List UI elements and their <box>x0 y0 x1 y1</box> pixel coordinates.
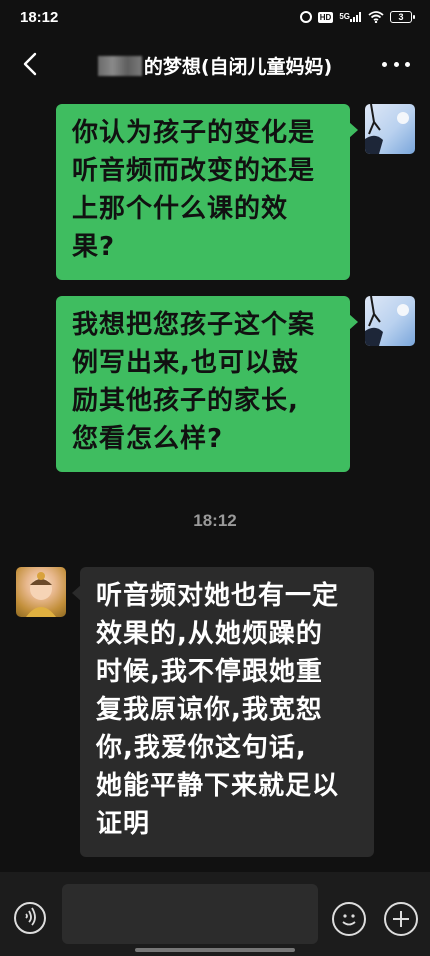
hd-icon: HD <box>317 11 334 23</box>
message-timestamp: 18:12 <box>193 511 237 530</box>
signal-bars-icon <box>350 12 361 22</box>
network-label: 5G <box>339 12 350 21</box>
message-bubble-outgoing[interactable]: 你认为孩子的变化是 听音频而改变的还是 上那个什么课的效 果? <box>56 104 358 280</box>
avatar-image <box>26 572 56 617</box>
avatar[interactable] <box>365 296 415 346</box>
message-line: 效果的,从她烦躁的 <box>96 619 323 649</box>
message-line: 我想把您孩子这个案 <box>72 310 316 340</box>
avatar[interactable] <box>16 567 66 617</box>
battery-icon: 3 <box>390 11 415 23</box>
voice-icon[interactable] <box>14 902 46 934</box>
message-line: 你,我爱你这句话, <box>96 733 307 763</box>
signal-icon: 5G <box>339 12 362 22</box>
emoji-icon[interactable] <box>332 902 366 936</box>
blurred-name <box>97 55 142 76</box>
message-line: 励其他孩子的家长, <box>72 386 299 416</box>
message-line: 听音频对她也有一定 <box>96 581 340 611</box>
message-line: 上那个什么课的效 <box>72 194 289 224</box>
input-bar <box>0 872 430 956</box>
chat-title-wrap: 的梦想(自闭儿童妈妈) <box>0 52 430 79</box>
message-line: 你认为孩子的变化是 <box>72 118 316 148</box>
message-bubble-incoming[interactable]: 听音频对她也有一定 效果的,从她烦躁的 时候,我不停跟她重 复我原谅你,我宽恕 … <box>72 567 374 857</box>
chat-header: 的梦想(自闭儿童妈妈) <box>0 34 430 96</box>
status-time: 18:12 <box>20 8 59 26</box>
chat-title: 的梦想(自闭儿童妈妈) <box>143 56 333 78</box>
message-line: 证明 <box>96 809 151 839</box>
message-bubble-outgoing[interactable]: 我想把您孩子这个案 例写出来,也可以鼓 励其他孩子的家长, 您看怎么样? <box>56 296 358 472</box>
message-line: 果? <box>72 232 116 262</box>
alarm-icon <box>299 11 312 23</box>
home-indicator <box>135 948 295 952</box>
wifi-icon <box>368 11 384 23</box>
message-line: 复我原谅你,我宽恕 <box>96 695 323 725</box>
avatar-image <box>365 104 409 154</box>
message-line: 听音频而改变的还是 <box>72 156 316 186</box>
status-bar: 18:12 HD 5G 3 <box>0 0 430 34</box>
message-line: 您看怎么样? <box>72 424 224 454</box>
status-icons: HD 5G 3 <box>299 11 415 23</box>
more-dots-icon[interactable] <box>382 54 410 74</box>
plus-icon[interactable] <box>384 902 418 936</box>
message-line: 时候,我不停跟她重 <box>96 657 323 687</box>
message-input[interactable] <box>62 884 318 944</box>
avatar-image <box>365 296 409 346</box>
message-line: 例写出来,也可以鼓 <box>72 348 299 378</box>
avatar[interactable] <box>365 104 415 154</box>
message-line: 她能平静下来就足以 <box>96 771 340 801</box>
